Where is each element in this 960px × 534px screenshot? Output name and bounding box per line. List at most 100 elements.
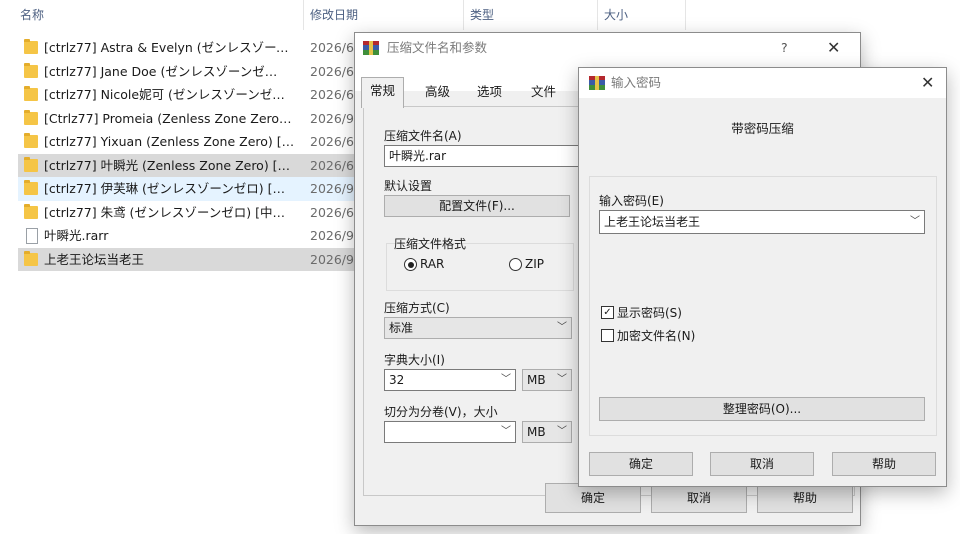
- column-name[interactable]: 名称: [14, 0, 304, 30]
- folder-icon: [24, 86, 38, 101]
- ok-button[interactable]: 确定: [545, 483, 641, 513]
- password-dialog: 输入密码 ✕ 带密码压缩 输入密码(E) 上老王论坛当老王 ﹀ ✓ 显示密码(S)…: [578, 67, 947, 487]
- profiles-button[interactable]: 配置文件(F)...: [384, 195, 570, 217]
- split-volume-unit-value: MB: [527, 425, 546, 439]
- folder-icon: [24, 109, 38, 125]
- help-button[interactable]: 帮助: [832, 452, 936, 476]
- file-list: [ctrlz77] Astra & Evelyn (ゼンレスゾーン… 2026/6…: [18, 36, 378, 271]
- compression-method-label: 压缩方式(C): [384, 301, 450, 315]
- help-icon[interactable]: ?: [781, 33, 788, 63]
- chevron-down-icon: ﹀: [501, 374, 511, 385]
- file-row[interactable]: [ctrlz77] Nicole妮可 (ゼンレスゾーンゼ… 2026/6: [18, 83, 378, 107]
- file-date: 2026/9: [310, 181, 354, 196]
- title-bar[interactable]: 输入密码 ✕: [579, 68, 946, 98]
- file-row[interactable]: [ctrlz77] 朱鸢 (ゼンレスゾーンゼロ) [中… 2026/6: [18, 201, 378, 225]
- file-name: 叶瞬光.rarr: [44, 228, 109, 243]
- tab-files[interactable]: 文件: [523, 79, 564, 105]
- folder-icon: [24, 62, 38, 78]
- chevron-down-icon: ﹀: [501, 426, 511, 437]
- dictionary-unit-select[interactable]: MB ﹀: [522, 369, 572, 391]
- file-date: 2026/6: [310, 40, 354, 55]
- format-zip-label: ZIP: [525, 257, 544, 271]
- folder-icon: [24, 250, 38, 266]
- close-icon[interactable]: ✕: [921, 68, 934, 98]
- compression-method-value: 标准: [389, 321, 414, 335]
- encrypt-filenames-checkbox[interactable]: [601, 329, 614, 342]
- file-row[interactable]: [ctrlz77] Jane Doe (ゼンレスゾーンゼ… 2026/6: [18, 60, 378, 84]
- file-row[interactable]: 叶瞬光.rarr 2026/9: [18, 224, 378, 248]
- folder-icon: [24, 203, 38, 219]
- file-row-hover[interactable]: [ctrlz77] 伊芙琳 (ゼンレスゾーンゼロ) [… 2026/9: [18, 177, 378, 201]
- tab-options[interactable]: 选项: [469, 79, 510, 105]
- file-name: [ctrlz77] Nicole妮可 (ゼンレスゾーンゼ…: [44, 87, 285, 102]
- password-value: 上老王论坛当老王: [604, 215, 701, 229]
- default-settings-label: 默认设置: [384, 179, 433, 193]
- ok-button[interactable]: 确定: [589, 452, 693, 476]
- cancel-button[interactable]: 取消: [651, 483, 747, 513]
- file-name: [ctrlz77] Jane Doe (ゼンレスゾーンゼ…: [44, 63, 278, 79]
- dictionary-size-label: 字典大小(I): [384, 353, 445, 367]
- winrar-app-icon: [589, 76, 605, 90]
- format-rar-label: RAR: [420, 257, 445, 271]
- file-date: 2026/6: [310, 204, 354, 220]
- file-date: 2026/6: [310, 87, 354, 102]
- chevron-down-icon: ﹀: [557, 322, 567, 333]
- folder-icon: [24, 39, 38, 54]
- winrar-app-icon: [363, 41, 379, 55]
- chevron-down-icon: ﹀: [557, 426, 567, 437]
- file-date: 2026/6: [310, 157, 354, 173]
- file-name: [ctrlz77] Astra & Evelyn (ゼンレスゾーン…: [44, 40, 300, 55]
- split-volumes-label: 切分为分卷(V)，大小: [384, 405, 498, 419]
- file-name: [ctrlz77] 朱鸢 (ゼンレスゾーンゼロ) [中…: [44, 204, 286, 220]
- file-name: [ctrlz77] 叶瞬光 (Zenless Zone Zero) […: [44, 157, 291, 173]
- show-password-checkbox[interactable]: ✓: [601, 306, 614, 319]
- split-volume-size-select[interactable]: ﹀: [384, 421, 516, 443]
- dialog-title: 压缩文件名和参数: [387, 40, 488, 55]
- document-icon: [26, 228, 38, 244]
- enter-password-label: 输入密码(E): [599, 194, 664, 208]
- archive-name-label: 压缩文件名(A): [384, 129, 462, 143]
- file-row-selected[interactable]: 上老王论坛当老王 2026/9: [18, 247, 378, 271]
- file-date: 2026/6: [310, 134, 354, 149]
- compression-method-select[interactable]: 标准 ﹀: [384, 317, 572, 339]
- file-date: 2026/9: [310, 110, 354, 126]
- organize-passwords-button[interactable]: 整理密码(O)...: [599, 397, 925, 421]
- column-type[interactable]: 类型: [464, 0, 598, 30]
- chevron-down-icon: ﹀: [557, 374, 567, 385]
- column-header: ^ 名称 修改日期 类型 大小: [0, 0, 700, 30]
- file-name: 上老王论坛当老王: [44, 251, 145, 267]
- split-volume-unit-select[interactable]: MB ﹀: [522, 421, 572, 443]
- dictionary-size-value: 32: [389, 373, 405, 387]
- format-zip-radio[interactable]: [509, 258, 522, 271]
- tab-advanced[interactable]: 高级: [417, 79, 458, 105]
- dictionary-unit-value: MB: [527, 373, 546, 387]
- chevron-down-icon: ﹀: [910, 216, 920, 227]
- cancel-button[interactable]: 取消: [710, 452, 814, 476]
- password-input[interactable]: 上老王论坛当老王 ﹀: [599, 210, 925, 234]
- file-date: 2026/9: [310, 228, 354, 243]
- file-row[interactable]: [Ctrlz77] Promeia (Zenless Zone Zero… 202…: [18, 107, 378, 131]
- file-row[interactable]: [ctrlz77] Yixuan (Zenless Zone Zero) [… 2…: [18, 130, 378, 154]
- folder-icon: [24, 180, 38, 195]
- dialog-title: 输入密码: [611, 75, 662, 90]
- file-name: [ctrlz77] Yixuan (Zenless Zone Zero) […: [44, 134, 295, 149]
- file-row-selected[interactable]: [ctrlz77] 叶瞬光 (Zenless Zone Zero) [… 2026…: [18, 153, 378, 177]
- archive-format-label: 压缩文件格式: [394, 237, 467, 251]
- close-icon[interactable]: ✕: [827, 33, 840, 63]
- help-button[interactable]: 帮助: [757, 483, 853, 513]
- column-date-modified[interactable]: 修改日期: [304, 0, 464, 30]
- password-heading: 带密码压缩: [731, 121, 794, 136]
- folder-icon: [24, 156, 38, 172]
- file-date: 2026/9: [310, 251, 354, 267]
- archive-name-input[interactable]: 叶瞬光.rar: [384, 145, 584, 167]
- folder-icon: [24, 133, 38, 148]
- column-size[interactable]: 大小: [598, 0, 686, 30]
- file-row[interactable]: [ctrlz77] Astra & Evelyn (ゼンレスゾーン… 2026/6: [18, 36, 378, 60]
- tab-general[interactable]: 常规: [361, 77, 405, 108]
- format-rar-radio[interactable]: [404, 258, 417, 271]
- file-date: 2026/6: [310, 63, 354, 79]
- title-bar[interactable]: 压缩文件名和参数 ? ✕: [355, 33, 860, 63]
- dictionary-size-select[interactable]: 32 ﹀: [384, 369, 516, 391]
- file-name: [Ctrlz77] Promeia (Zenless Zone Zero…: [44, 110, 292, 126]
- show-password-label: 显示密码(S): [617, 306, 682, 320]
